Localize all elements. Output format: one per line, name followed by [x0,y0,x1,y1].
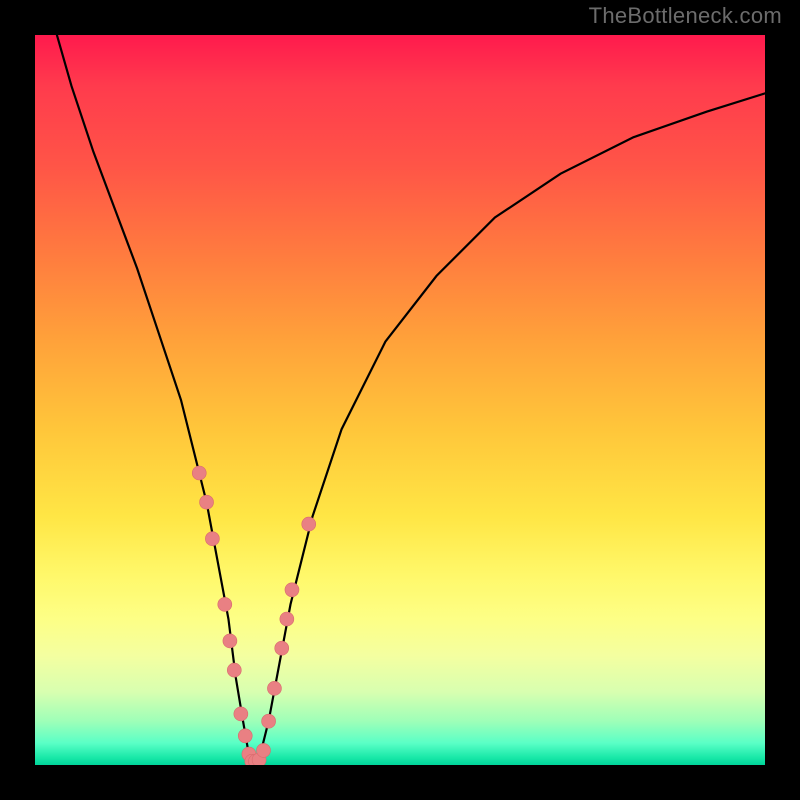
watermark-text: TheBottleneck.com [589,3,782,29]
data-marker [223,634,237,648]
plot-area [35,35,765,765]
chart-svg [35,35,765,765]
bottleneck-curve [57,35,765,765]
data-marker [234,707,248,721]
chart-frame: TheBottleneck.com [0,0,800,800]
data-marker [192,466,206,480]
data-marker [275,641,289,655]
data-marker [256,743,270,757]
marker-group [192,466,316,765]
data-marker [285,583,299,597]
data-marker [200,495,214,509]
data-marker [227,663,241,677]
data-marker [267,681,281,695]
data-marker [205,532,219,546]
data-marker [238,729,252,743]
data-marker [280,612,294,626]
data-marker [262,714,276,728]
data-marker [218,597,232,611]
data-marker [302,517,316,531]
